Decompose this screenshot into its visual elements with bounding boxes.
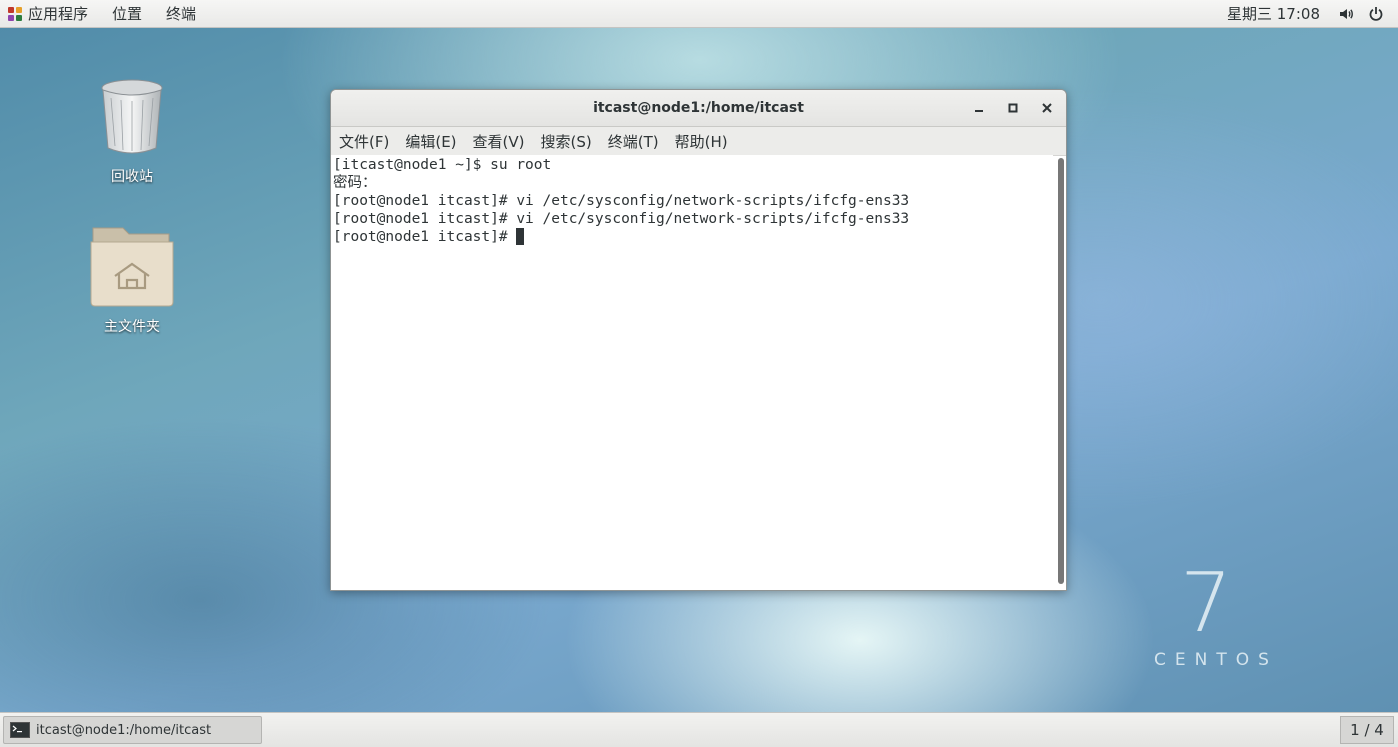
terminal-output[interactable]: [itcast@node1 ~]$ su root 密码： [root@node…: [331, 155, 1053, 589]
desktop-trash[interactable]: 回收站: [72, 78, 192, 186]
power-icon[interactable]: [1368, 6, 1384, 22]
centos-version-watermark: 7: [1180, 556, 1233, 651]
window-title: itcast@node1:/home/itcast: [593, 100, 804, 116]
terminal-line: [itcast@node1 ~]$ su root: [333, 157, 552, 173]
terminal-line: [root@node1 itcast]# vi /etc/sysconfig/n…: [333, 193, 910, 209]
terminal-icon: [10, 722, 30, 738]
terminal-scrollbar[interactable]: [1057, 156, 1065, 586]
terminal-app-menu[interactable]: 终端: [154, 0, 208, 27]
terminal-line: 密码：: [333, 175, 377, 191]
places-menu-label: 位置: [112, 5, 143, 23]
close-button[interactable]: [1037, 98, 1057, 118]
applications-menu-label: 应用程序: [28, 5, 89, 23]
terminal-cursor: [516, 228, 525, 245]
terminal-prompt: [root@node1 itcast]#: [333, 229, 517, 245]
workspace-switcher[interactable]: 1 / 4: [1340, 716, 1394, 744]
volume-icon[interactable]: [1338, 6, 1354, 22]
maximize-icon: [1008, 103, 1018, 113]
terminal-app-menu-label: 终端: [166, 5, 197, 23]
trash-icon: [101, 79, 163, 154]
menu-search[interactable]: 搜索(S): [533, 131, 600, 152]
close-icon: [1042, 103, 1052, 113]
desktop-home-folder[interactable]: 主文件夹: [72, 224, 192, 336]
menu-edit[interactable]: 编辑(E): [397, 131, 464, 152]
scrollbar-thumb[interactable]: [1058, 158, 1064, 584]
applications-icon: [8, 6, 22, 21]
menu-file[interactable]: 文件(F): [331, 131, 397, 152]
terminal-menubar: 文件(F) 编辑(E) 查看(V) 搜索(S) 终端(T) 帮助(H): [331, 127, 1066, 156]
trash-label: 回收站: [111, 169, 153, 185]
home-folder-icon: [90, 227, 174, 307]
window-titlebar[interactable]: itcast@node1:/home/itcast: [331, 90, 1066, 127]
terminal-window: itcast@node1:/home/itcast 文件(F) 编辑(E) 查看…: [330, 89, 1067, 591]
maximize-button[interactable]: [1003, 98, 1023, 118]
clock[interactable]: 星期三 17:08: [1227, 3, 1320, 24]
top-panel: 应用程序 位置 终端 星期三 17:08: [0, 0, 1398, 28]
minimize-icon: [975, 110, 983, 112]
menu-help[interactable]: 帮助(H): [667, 131, 736, 152]
taskbar-item-label: itcast@node1:/home/itcast: [36, 722, 212, 738]
applications-menu[interactable]: 应用程序: [0, 0, 100, 27]
home-folder-label: 主文件夹: [104, 319, 160, 335]
centos-text-watermark: CENTOS: [1154, 650, 1278, 670]
terminal-line: [root@node1 itcast]# vi /etc/sysconfig/n…: [333, 211, 910, 227]
minimize-button[interactable]: [969, 98, 989, 118]
terminal-prompt-line: [root@node1 itcast]#: [333, 228, 1053, 246]
taskbar-terminal-item[interactable]: itcast@node1:/home/itcast: [3, 716, 262, 744]
bottom-panel: itcast@node1:/home/itcast 1 / 4: [0, 712, 1398, 747]
menu-view[interactable]: 查看(V): [465, 131, 533, 152]
menu-terminal[interactable]: 终端(T): [600, 131, 667, 152]
places-menu[interactable]: 位置: [100, 0, 154, 27]
